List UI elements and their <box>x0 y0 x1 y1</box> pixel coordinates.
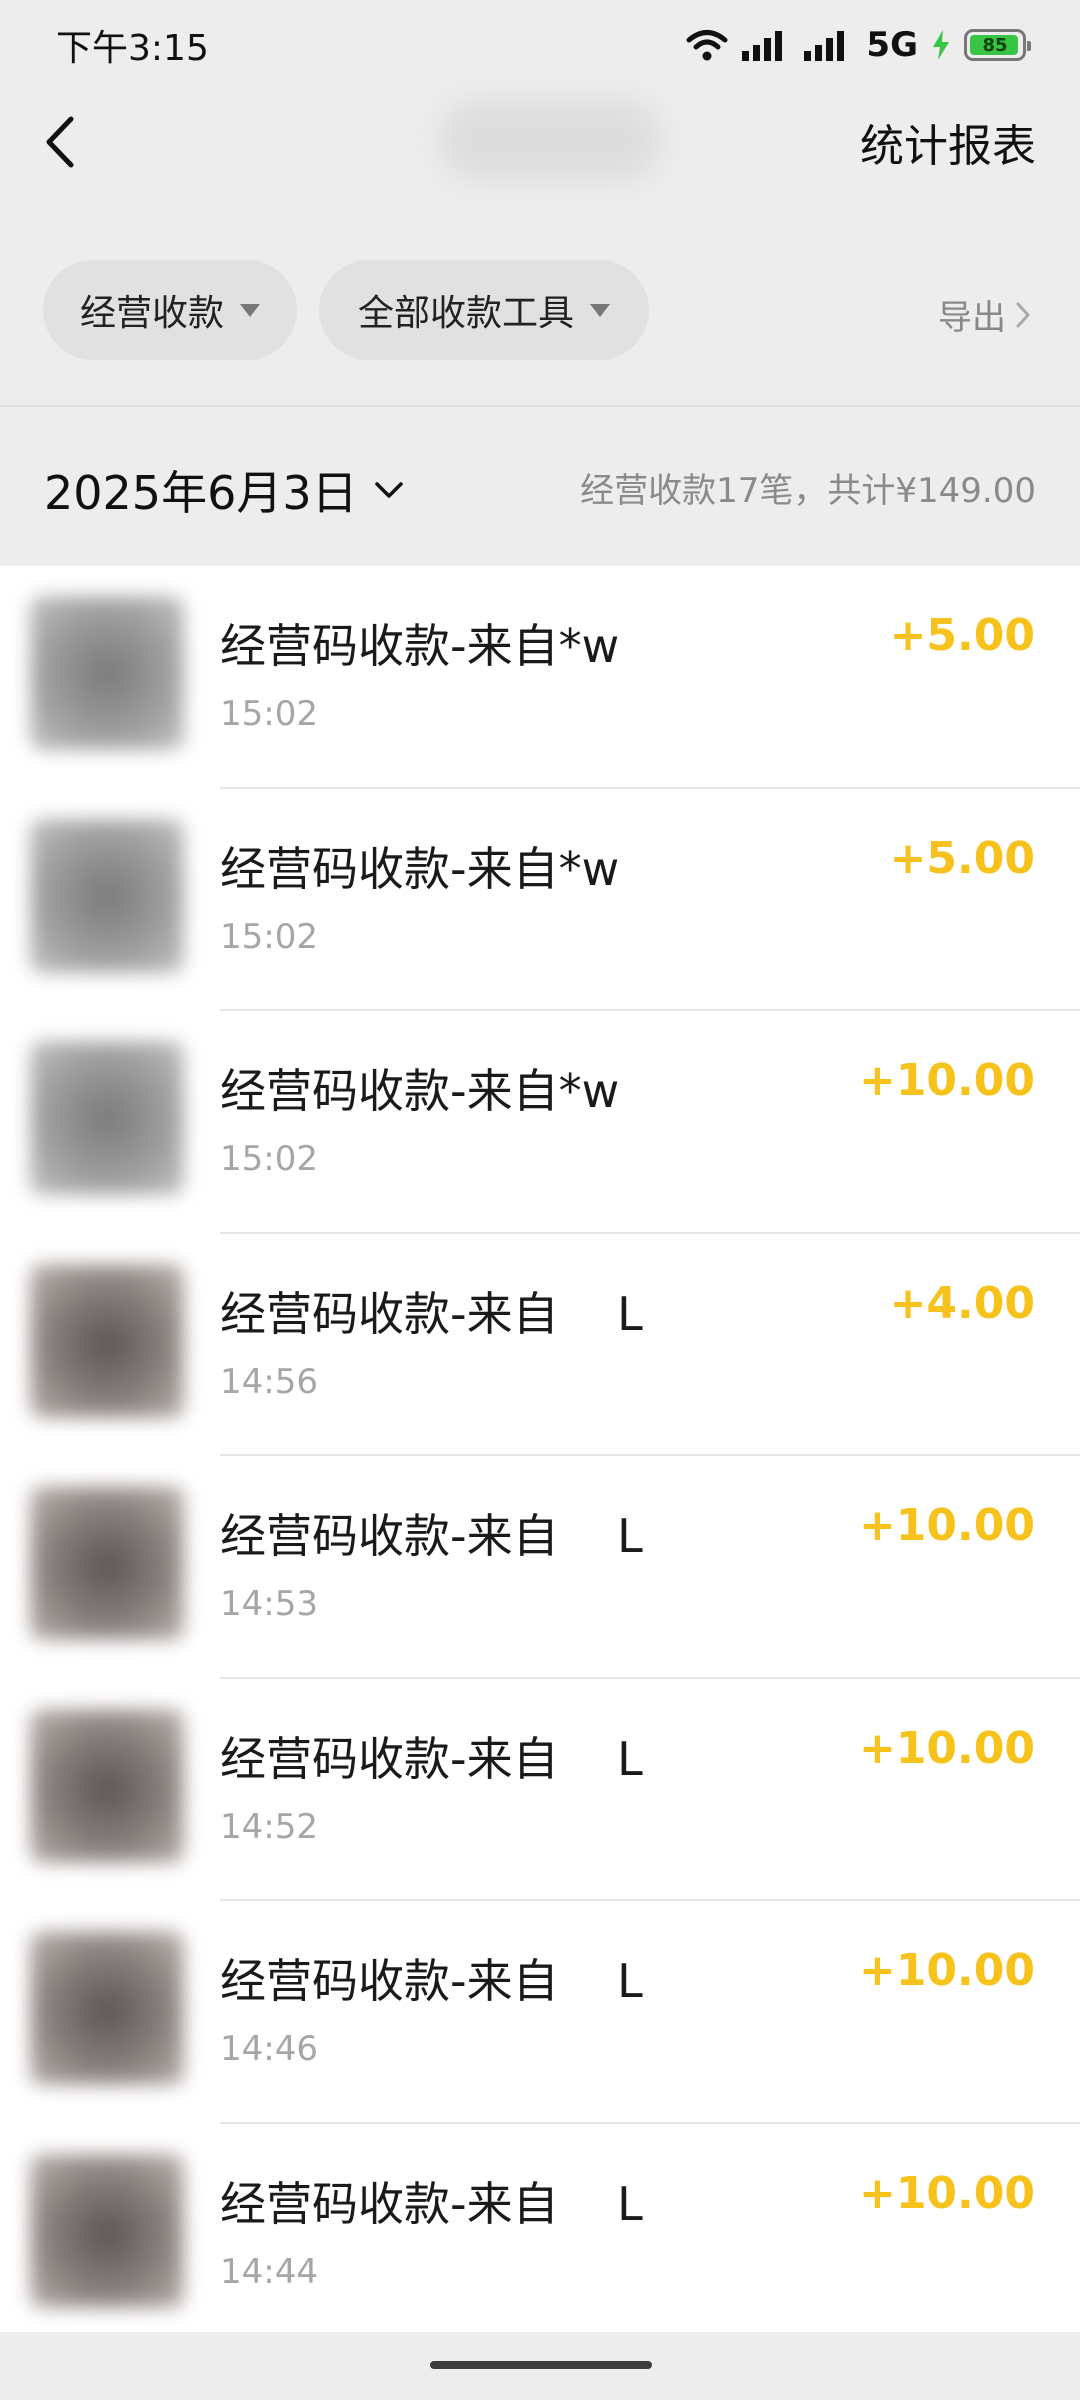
transaction-time: 14:52 <box>220 1806 318 1847</box>
avatar <box>30 1931 184 2085</box>
transaction-title: 经营码收款-来自 L <box>220 1954 643 2008</box>
transaction-title: 经营码收款-来自*w <box>220 1064 620 1118</box>
battery-level: 85 <box>982 34 1008 56</box>
transaction-amount: +5.00 <box>889 832 1035 884</box>
status-icons: 5G 85 <box>686 25 1031 65</box>
transaction-time: 15:02 <box>220 916 318 957</box>
avatar <box>30 2153 184 2308</box>
status-time: 下午3:15 <box>56 28 209 69</box>
back-button[interactable] <box>38 112 82 172</box>
chevron-down-icon <box>374 482 403 498</box>
avatar <box>30 1708 184 1863</box>
status-bar: 下午3:15 5G 85 <box>0 0 1080 90</box>
date-label: 2025年6月3日 <box>44 466 358 520</box>
wifi-icon <box>686 30 728 61</box>
income-type-label: 经营收款 <box>79 293 224 334</box>
list-item[interactable]: 经营码收款-来自 L 14:53 +10.00 <box>0 1456 1080 1679</box>
avatar <box>30 818 184 973</box>
transaction-amount: +10.00 <box>858 1055 1035 1106</box>
list-item[interactable]: 经营码收款-来自 L 14:52 +10.00 <box>0 1679 1080 1901</box>
filter-row: 经营收款 全部收款工具 导出 <box>0 260 1080 364</box>
transaction-title: 经营码收款-来自*w <box>220 619 620 673</box>
avatar <box>30 1486 184 1640</box>
avatar <box>30 596 184 750</box>
transaction-amount: +10.00 <box>858 2167 1035 2219</box>
chevron-left-icon <box>46 116 74 168</box>
income-summary: 经营收款17笔，共计¥149.00 <box>580 471 1036 511</box>
signal-icon <box>804 31 845 61</box>
list-item[interactable]: 经营码收款-来自 L 14:56 +4.00 <box>0 1234 1080 1456</box>
stats-report-link[interactable]: 统计报表 <box>860 110 1036 174</box>
date-picker[interactable]: 2025年6月3日 <box>44 457 404 523</box>
avatar <box>30 1263 184 1418</box>
blurred-title <box>440 100 660 180</box>
list-item[interactable]: 经营码收款-来自*w 15:02 +10.00 <box>0 1011 1080 1234</box>
transaction-amount: +5.00 <box>889 610 1035 661</box>
charging-icon <box>933 30 949 60</box>
payment-tool-filter[interactable]: 全部收款工具 <box>319 260 649 360</box>
nav-bar: 统计报表 <box>0 90 1080 200</box>
transaction-time: 14:56 <box>220 1361 318 1402</box>
list-item[interactable]: 经营码收款-来自 L 14:46 +10.00 <box>0 1901 1080 2124</box>
transaction-amount: +4.00 <box>889 1277 1035 1329</box>
export-button[interactable]: 导出 <box>938 290 1030 339</box>
avatar <box>30 1041 184 1195</box>
chevron-right-icon <box>1016 302 1030 327</box>
network-type: 5G <box>866 25 918 65</box>
signal-icon <box>742 31 783 61</box>
list-item[interactable]: 经营码收款-来自*w 15:02 +5.00 <box>0 789 1080 1011</box>
transaction-time: 14:46 <box>220 2029 318 2069</box>
export-label: 导出 <box>938 298 1006 338</box>
transaction-title: 经营码收款-来自 L <box>220 1286 643 1341</box>
transaction-title: 经营码收款-来自 L <box>220 1509 643 1563</box>
date-header: 2025年6月3日 经营收款17笔，共计¥149.00 <box>0 405 1080 565</box>
payment-tool-label: 全部收款工具 <box>357 293 574 334</box>
transaction-amount: +10.00 <box>858 1945 1035 1996</box>
battery-icon: 85 <box>964 29 1031 61</box>
transaction-list: 经营码收款-来自*w 15:02 +5.00 经营码收款-来自*w 15:02 … <box>0 566 1080 2332</box>
list-item[interactable]: 经营码收款-来自 L 14:44 +10.00 <box>0 2124 1080 2333</box>
transaction-time: 15:02 <box>220 1139 318 1179</box>
transaction-time: 14:44 <box>220 2251 318 2292</box>
transaction-title: 经营码收款-来自*w <box>220 841 620 896</box>
income-type-filter[interactable]: 经营收款 <box>43 260 297 360</box>
transaction-time: 14:53 <box>220 1584 318 1624</box>
transaction-amount: +10.00 <box>858 1722 1035 1774</box>
caret-down-icon <box>240 303 260 317</box>
transaction-amount: +10.00 <box>858 1500 1035 1551</box>
list-item[interactable]: 经营码收款-来自*w 15:02 +5.00 <box>0 566 1080 789</box>
transaction-title: 经营码收款-来自 L <box>220 1731 643 1786</box>
caret-down-icon <box>590 303 610 317</box>
transaction-time: 15:02 <box>220 694 318 734</box>
transaction-title: 经营码收款-来自 L <box>220 2176 643 2231</box>
home-indicator[interactable] <box>430 2361 652 2369</box>
